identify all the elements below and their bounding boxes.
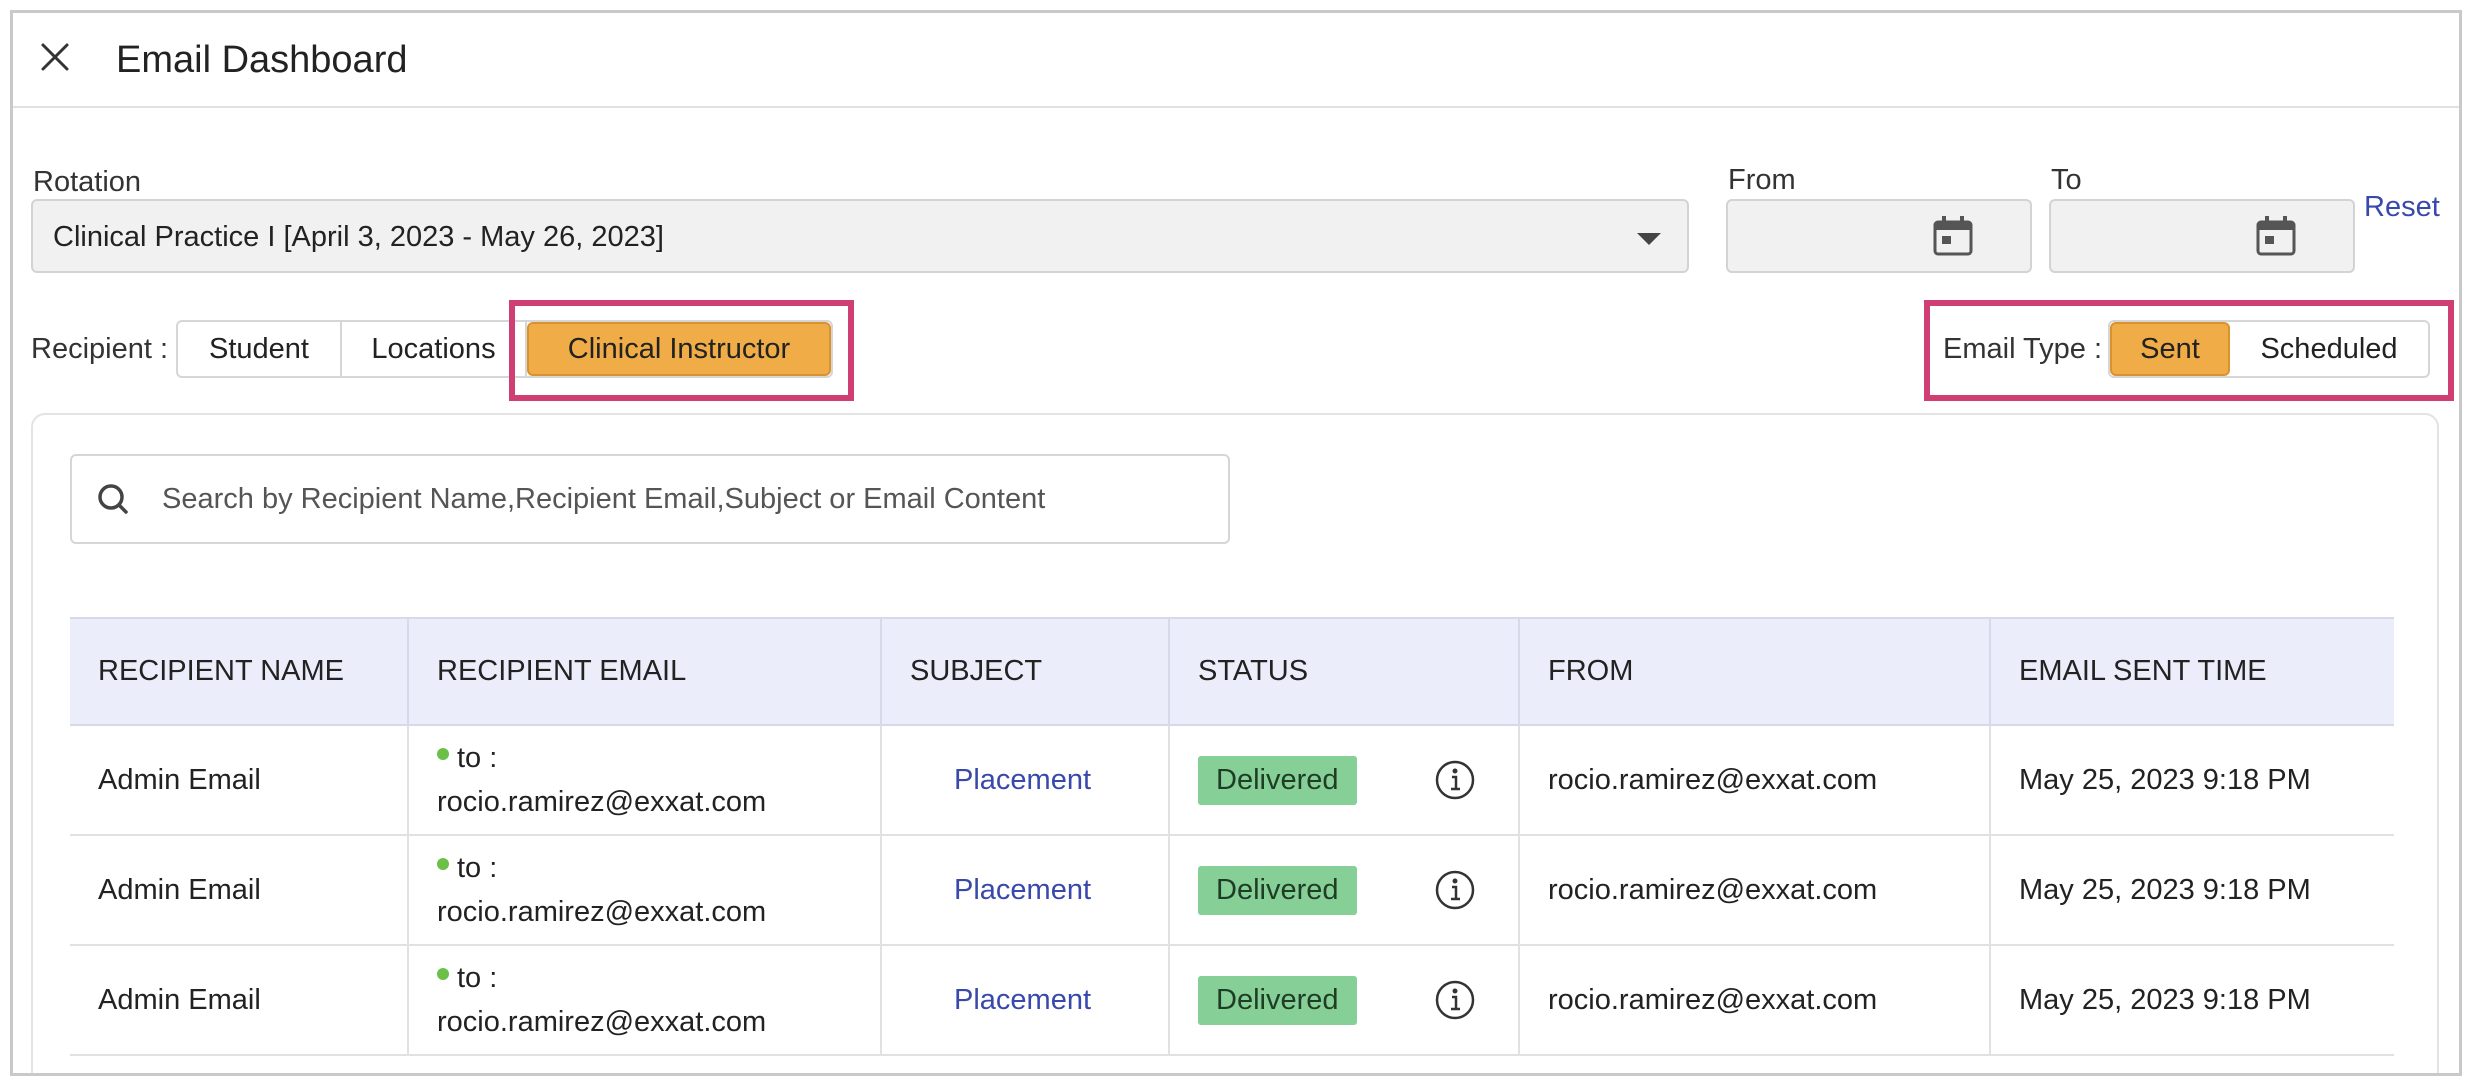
to-prefix: to : — [457, 962, 498, 994]
email-type-option-scheduled[interactable]: Scheduled — [2230, 322, 2428, 376]
recipient-name-cell: Admin Email — [70, 945, 409, 1056]
from-cell: rocio.ramirez@exxat.com — [1519, 725, 1991, 836]
column-header-email-sent-time[interactable]: EMAIL SENT TIME — [1990, 617, 2394, 726]
status-badge: Delivered — [1198, 865, 1357, 915]
from-label: From — [1728, 164, 1796, 196]
status-badge: Delivered — [1198, 755, 1357, 805]
recipient-email-cell: to : rocio.ramirez@exxat.com — [408, 945, 882, 1056]
sent-time-cell: May 25, 2023 9:18 PM — [1990, 945, 2394, 1056]
rotation-selected-value: Clinical Practice I [April 3, 2023 - May… — [53, 221, 664, 253]
recipient-option-locations[interactable]: Locations — [342, 322, 527, 376]
info-icon[interactable] — [1433, 978, 1477, 1022]
subject-cell: Placement — [881, 835, 1170, 946]
from-cell: rocio.ramirez@exxat.com — [1519, 945, 1991, 1056]
rotation-label: Rotation — [33, 166, 142, 198]
status-cell: Delivered — [1169, 945, 1520, 1056]
recipient-name-cell: Admin Email — [70, 835, 409, 946]
subject-cell: Placement — [881, 945, 1170, 1056]
recipient-email-cell: to : rocio.ramirez@exxat.com — [408, 725, 882, 836]
subject-link[interactable]: Placement — [954, 874, 1091, 906]
search-input[interactable] — [162, 470, 1212, 528]
column-header-status[interactable]: STATUS — [1169, 617, 1520, 726]
rotation-select[interactable]: Clinical Practice I [April 3, 2023 - May… — [31, 199, 1689, 273]
column-header-from[interactable]: FROM — [1519, 617, 1991, 726]
to-prefix: to : — [457, 852, 498, 884]
recipient-email: rocio.ramirez@exxat.com — [437, 896, 767, 928]
status-dot-icon — [437, 968, 449, 981]
status-dot-icon — [437, 748, 449, 761]
table-header-row: RECIPIENT NAME RECIPIENT EMAIL SUBJECT S… — [70, 617, 2394, 726]
email-type-toggle: Sent Scheduled — [2108, 320, 2430, 378]
table-row: Admin Email to : rocio.ramirez@exxat.com… — [70, 835, 2394, 946]
column-header-recipient-name[interactable]: RECIPIENT NAME — [70, 617, 409, 726]
from-cell: rocio.ramirez@exxat.com — [1519, 835, 1991, 946]
subject-cell: Placement — [881, 725, 1170, 836]
email-dashboard-window: Email Dashboard Rotation Clinical Practi… — [10, 10, 2462, 1076]
search-icon — [98, 484, 128, 514]
recipient-option-clinical-instructor[interactable]: Clinical Instructor — [527, 322, 831, 376]
reset-link[interactable]: Reset — [2364, 191, 2440, 224]
recipient-email: rocio.ramirez@exxat.com — [437, 786, 767, 818]
column-header-recipient-email[interactable]: RECIPIENT EMAIL — [408, 617, 882, 726]
recipient-option-student[interactable]: Student — [178, 322, 342, 376]
recipient-toggle: Student Locations Clinical Instructor — [176, 320, 833, 378]
recipient-label: Recipient : — [31, 333, 169, 365]
info-icon[interactable] — [1433, 758, 1477, 802]
recipient-email: rocio.ramirez@exxat.com — [437, 1006, 767, 1038]
email-table: RECIPIENT NAME RECIPIENT EMAIL SUBJECT S… — [70, 617, 2394, 1056]
calendar-icon[interactable] — [2254, 214, 2298, 258]
status-badge: Delivered — [1198, 975, 1357, 1025]
status-dot-icon — [437, 858, 449, 871]
status-cell: Delivered — [1169, 725, 1520, 836]
recipient-email-cell: to : rocio.ramirez@exxat.com — [408, 835, 882, 946]
header-bar: Email Dashboard — [13, 13, 2459, 108]
to-prefix: to : — [457, 742, 498, 774]
sent-time-cell: May 25, 2023 9:18 PM — [1990, 835, 2394, 946]
to-label: To — [2051, 164, 2082, 196]
status-cell: Delivered — [1169, 835, 1520, 946]
email-type-label: Email Type : — [1943, 333, 2103, 365]
calendar-icon[interactable] — [1931, 214, 1975, 258]
info-icon[interactable] — [1433, 868, 1477, 912]
subject-link[interactable]: Placement — [954, 764, 1091, 796]
recipient-name-cell: Admin Email — [70, 725, 409, 836]
subject-link[interactable]: Placement — [954, 984, 1091, 1016]
table-row: Admin Email to : rocio.ramirez@exxat.com… — [70, 725, 2394, 836]
close-icon — [41, 43, 69, 71]
chevron-down-icon — [1637, 233, 1661, 245]
page-title: Email Dashboard — [116, 39, 408, 81]
column-header-subject[interactable]: SUBJECT — [881, 617, 1170, 726]
close-button[interactable] — [33, 35, 77, 79]
to-date-field[interactable] — [2049, 199, 2355, 273]
sent-time-cell: May 25, 2023 9:18 PM — [1990, 725, 2394, 836]
from-date-field[interactable] — [1726, 199, 2032, 273]
table-row: Admin Email to : rocio.ramirez@exxat.com… — [70, 945, 2394, 1056]
search-box — [70, 454, 1230, 544]
email-type-option-sent[interactable]: Sent — [2110, 322, 2230, 376]
